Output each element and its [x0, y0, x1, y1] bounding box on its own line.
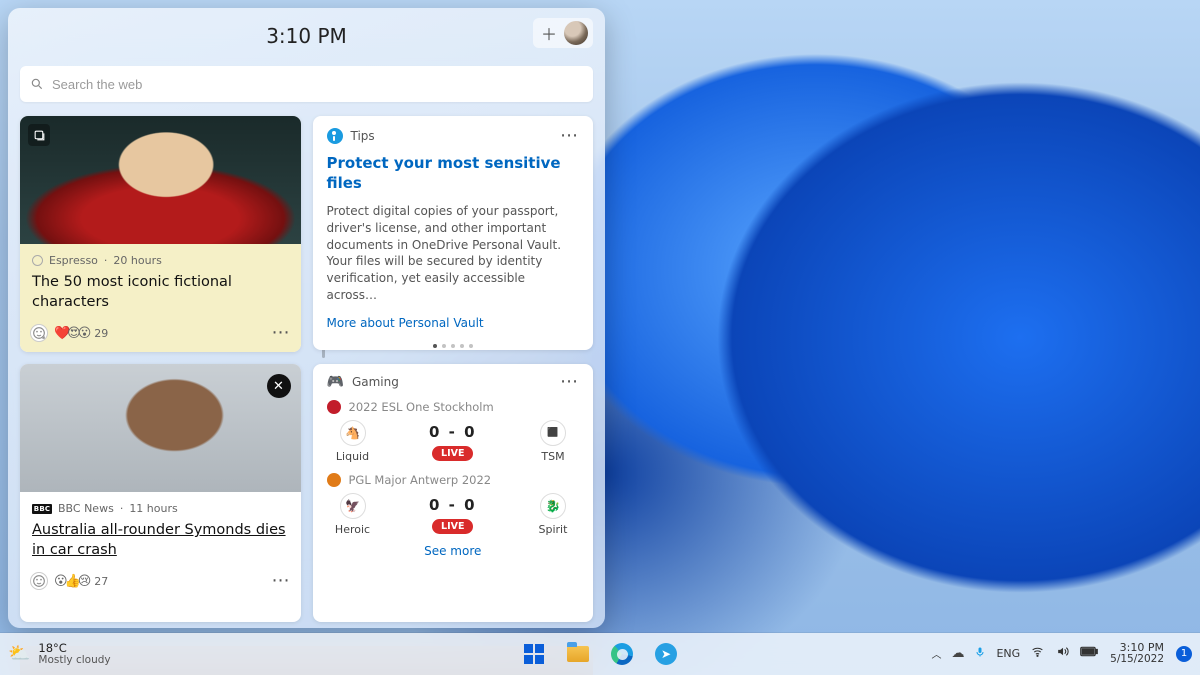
language-button[interactable]: ENG: [996, 647, 1020, 660]
team-name: TSM: [541, 450, 564, 463]
telegram-button[interactable]: ➤: [647, 637, 685, 671]
event-name[interactable]: 2022 ESL One Stockholm: [349, 400, 494, 414]
taskbar-clock[interactable]: 3:10 PM 5/15/2022: [1110, 642, 1164, 666]
reactions-count: 29: [94, 327, 108, 340]
wifi-icon[interactable]: [1030, 645, 1045, 662]
match-row[interactable]: Liquid 0 - 0 LIVE TSM: [327, 420, 580, 463]
widget-more-button[interactable]: ⋯: [560, 131, 579, 141]
publisher-icon: BBC: [32, 504, 52, 514]
news-headline[interactable]: The 50 most iconic fictional characters: [20, 271, 301, 320]
start-button[interactable]: [515, 637, 553, 671]
team-name: Heroic: [335, 523, 370, 536]
battery-icon[interactable]: [1080, 646, 1098, 661]
file-explorer-icon: [567, 646, 589, 662]
tips-icon: [327, 128, 343, 144]
microphone-icon[interactable]: [974, 645, 986, 663]
telegram-icon: ➤: [655, 643, 677, 665]
news-card[interactable]: ✕ BBC BBC News · 11 hours Australia all-…: [20, 364, 301, 622]
volume-icon[interactable]: [1055, 645, 1070, 662]
notifications-button[interactable]: 1: [1176, 646, 1192, 662]
tips-widget: Tips ⋯ Protect your most sensitive files…: [313, 116, 594, 350]
article-age: 11 hours: [129, 502, 177, 515]
reactions-icon: 😮👍😢: [54, 574, 88, 589]
plus-icon: ＋: [541, 21, 557, 45]
slideshow-icon: [28, 124, 50, 146]
tray-overflow-button[interactable]: ︿: [931, 646, 941, 661]
news-thumbnail: ✕: [20, 364, 301, 492]
file-explorer-button[interactable]: [559, 637, 597, 671]
card-more-button[interactable]: ⋯: [272, 328, 291, 338]
weather-widget-button[interactable]: ⛅ 18°C Mostly cloudy: [8, 642, 111, 665]
team-name: Liquid: [336, 450, 369, 463]
pager-dots[interactable]: [327, 344, 580, 348]
windows-icon: [524, 644, 544, 664]
user-avatar[interactable]: [564, 21, 588, 45]
news-card[interactable]: Espresso · 20 hours The 50 most iconic f…: [20, 116, 301, 352]
team-logo: [340, 420, 366, 446]
publisher-name: BBC News: [58, 502, 114, 515]
team-logo: [540, 420, 566, 446]
see-more-link[interactable]: See more: [327, 544, 580, 558]
weather-condition: Mostly cloudy: [38, 655, 110, 666]
widget-title: Tips: [351, 129, 375, 143]
gaming-icon: 🎮: [327, 374, 344, 390]
article-age: 20 hours: [113, 254, 161, 267]
live-badge: LIVE: [432, 446, 473, 461]
react-button[interactable]: [30, 324, 48, 342]
tip-title[interactable]: Protect your most sensitive files: [327, 154, 580, 193]
edge-button[interactable]: [603, 637, 641, 671]
widget-title: Gaming: [352, 375, 399, 389]
widget-more-button[interactable]: ⋯: [560, 377, 579, 387]
gaming-widget: 🎮 Gaming ⋯ 2022 ESL One Stockholm Liquid…: [313, 364, 594, 622]
card-more-button[interactable]: ⋯: [272, 576, 291, 586]
event-name[interactable]: PGL Major Antwerp 2022: [349, 473, 492, 487]
news-headline[interactable]: Australia all-rounder Symonds dies in ca…: [20, 519, 301, 568]
match-score: 0 - 0: [429, 496, 477, 514]
match-row[interactable]: Heroic 0 - 0 LIVE Spirit: [327, 493, 580, 536]
edge-icon: [611, 643, 633, 665]
reactions-icon: ❤️😍😮: [54, 326, 88, 341]
weather-temp: 18°C: [38, 642, 110, 654]
tip-link[interactable]: More about Personal Vault: [327, 316, 580, 330]
live-badge: LIVE: [432, 519, 473, 534]
widgets-clock: 3:10 PM: [266, 24, 347, 48]
close-icon: ✕: [273, 379, 284, 394]
reactions-count: 27: [94, 575, 108, 588]
team-name: Spirit: [539, 523, 568, 536]
publisher-icon: [32, 255, 43, 266]
widgets-panel: 3:10 PM ＋: [8, 8, 605, 628]
publisher-name: Espresso: [49, 254, 98, 267]
onedrive-icon[interactable]: ☁: [951, 646, 964, 661]
add-widget-button[interactable]: ＋: [538, 22, 560, 44]
match-score: 0 - 0: [429, 423, 477, 441]
team-logo: [340, 493, 366, 519]
event-icon: [327, 473, 341, 487]
event-icon: [327, 400, 341, 414]
react-button[interactable]: [30, 572, 48, 590]
search-input[interactable]: [52, 77, 583, 92]
dismiss-button[interactable]: ✕: [267, 374, 291, 398]
taskbar: ⛅ 18°C Mostly cloudy ➤ ︿ ☁ ENG: [0, 633, 1200, 675]
search-box[interactable]: [20, 66, 593, 102]
team-logo: [540, 493, 566, 519]
search-icon: [30, 77, 44, 91]
news-thumbnail: [20, 116, 301, 244]
weather-icon: ⛅: [8, 643, 30, 664]
tip-body: Protect digital copies of your passport,…: [327, 203, 580, 304]
